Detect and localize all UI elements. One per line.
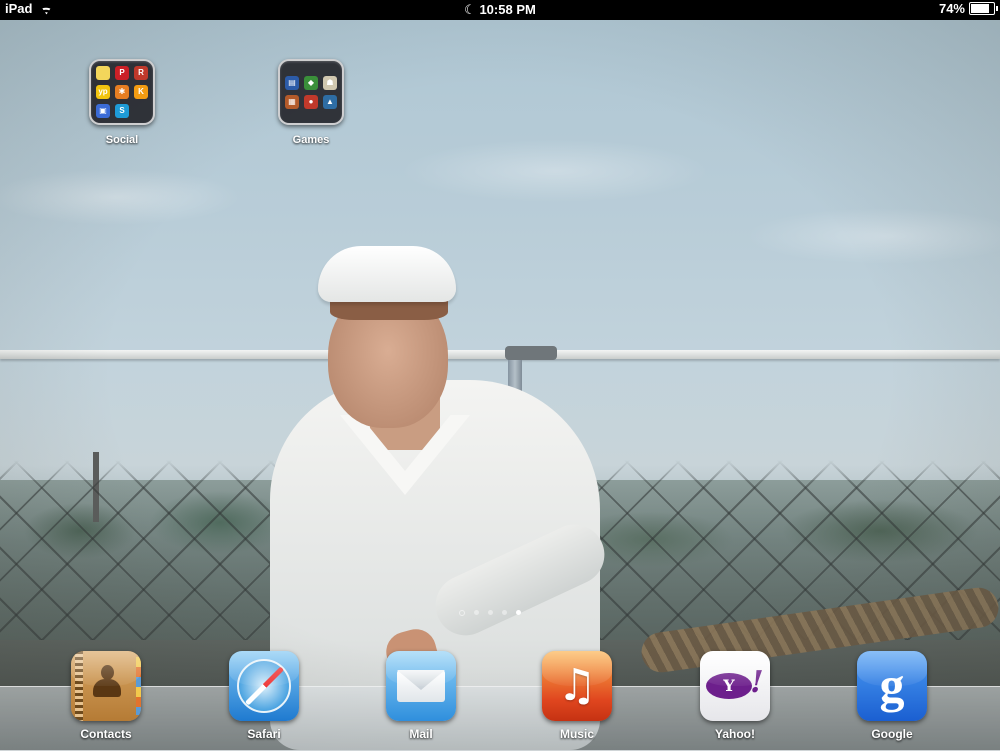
dock-label-contacts: Contacts — [80, 727, 132, 741]
folder-mini-app-icon: ✱ — [115, 85, 129, 99]
dock-label-music: Music — [559, 727, 594, 741]
folder-mini-app-icon: yp — [96, 85, 110, 99]
folder-mini-app-icon: R — [134, 66, 148, 80]
folder-mini-app-icon: P — [115, 66, 129, 80]
dock-app-mail[interactable]: Mail — [376, 651, 466, 741]
page-indicator[interactable] — [459, 610, 521, 616]
spotlight-search-dot[interactable] — [459, 610, 465, 616]
dock-label-yahoo: Yahoo! — [714, 727, 755, 741]
google-icon[interactable]: g — [857, 651, 927, 721]
folder-mini-app-icon: ◆ — [304, 75, 318, 90]
folder-mini-app-icon: ● — [304, 94, 318, 109]
page-dot[interactable] — [516, 610, 521, 615]
music-note-icon: ♫ — [557, 660, 597, 711]
dock-app-music[interactable]: ♫ Music — [532, 651, 622, 741]
dock-label-google: Google — [871, 727, 913, 741]
contacts-spine — [75, 651, 83, 721]
envelope-icon — [397, 670, 445, 702]
folder-mini-app-icon: ▤ — [285, 75, 299, 90]
page-dot[interactable] — [474, 610, 479, 615]
folder-mini-app-icon: ▦ — [285, 94, 299, 109]
folder-social-icon[interactable]: P Ryp ✱ K ▣ S — [89, 59, 155, 125]
battery-icon — [969, 2, 998, 15]
page-dot[interactable] — [502, 610, 507, 615]
folder-mini-app-icon: K — [134, 85, 148, 99]
safari-icon[interactable] — [229, 651, 299, 721]
person-icon — [93, 665, 121, 703]
dock-app-yahoo[interactable]: Y ! Yahoo! — [690, 651, 780, 741]
folder-games-label: Games — [292, 134, 330, 146]
dock-label-safari: Safari — [247, 727, 281, 741]
clock-time: 10:58 PM — [479, 2, 536, 17]
folder-mini-app-icon — [96, 66, 110, 80]
dock-app-google[interactable]: g Google — [847, 651, 937, 741]
contacts-icon[interactable] — [71, 651, 141, 721]
folder-games[interactable]: ▤ ◆ ☗ ▦ ● ▲ Games — [271, 59, 351, 146]
battery-fill — [971, 4, 989, 13]
folder-social-label: Social — [105, 134, 139, 146]
moon-icon: ☾ — [464, 2, 476, 17]
folder-mini-app-icon: S — [115, 104, 129, 118]
folder-mini-app-icon: ▲ — [323, 94, 337, 109]
yahoo-logo: Y — [706, 673, 752, 699]
yahoo-icon[interactable]: Y ! — [700, 651, 770, 721]
music-icon[interactable]: ♫ — [542, 651, 612, 721]
folder-mini-app-icon: ▣ — [96, 104, 110, 118]
battery-percent: 74% — [938, 1, 965, 16]
contacts-tabs — [136, 657, 141, 715]
google-logo: g — [879, 657, 905, 713]
status-clock: ☾ 10:58 PM — [0, 2, 1000, 18]
dock-app-contacts[interactable]: Contacts — [61, 651, 151, 741]
dock-app-safari[interactable]: Safari — [219, 651, 309, 741]
status-bar: iPad ☾ 10:58 PM 74% — [0, 0, 1000, 20]
folder-games-icon[interactable]: ▤ ◆ ☗ ▦ ● ▲ — [278, 59, 344, 125]
mail-icon[interactable] — [386, 651, 456, 721]
page-dot[interactable] — [488, 610, 493, 615]
yahoo-bang: ! — [746, 665, 767, 700]
folder-social[interactable]: P Ryp ✱ K ▣ S Social — [82, 59, 162, 146]
status-right: 74% — [938, 1, 998, 16]
dock-label-mail: Mail — [409, 727, 433, 741]
folder-mini-app-icon: ☗ — [323, 75, 337, 90]
